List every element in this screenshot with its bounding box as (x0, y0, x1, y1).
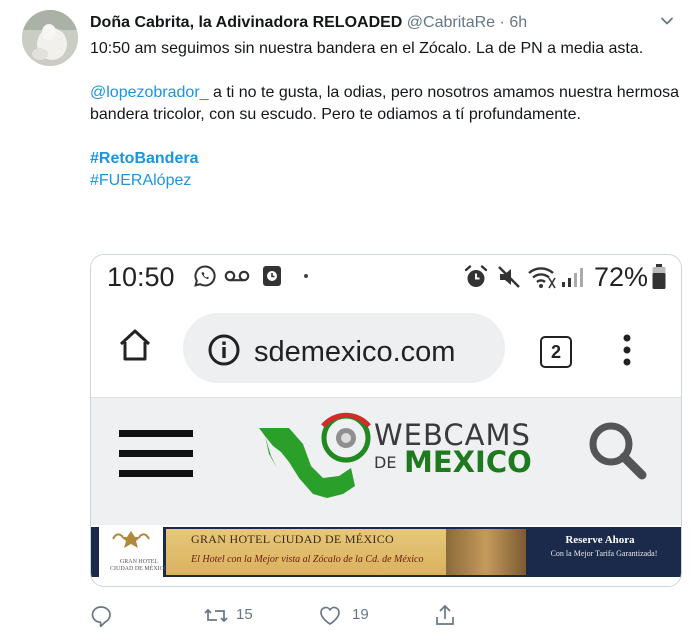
tweet: Doña Cabrita, la Adivinadora RELOADED @C… (0, 0, 700, 643)
notification-dot-icon (304, 274, 308, 278)
hotel-logo: GRAN HOTEL CIUDAD DE MÉXICO (99, 527, 168, 577)
avatar[interactable] (22, 10, 78, 66)
mention-link[interactable]: @lopezobrador_ (90, 84, 209, 101)
hotel-logo-text: GRAN HOTEL CIUDAD DE MÉXICO (110, 559, 168, 572)
ad-building-image (446, 529, 526, 575)
hamburger-icon[interactable] (119, 426, 193, 482)
tweet-actions: 15 19 (90, 600, 490, 630)
author-name[interactable]: Doña Cabrita, la Adivinadora RELOADED (90, 14, 402, 31)
magnifier-icon[interactable] (587, 420, 647, 480)
more-vert-icon[interactable] (621, 332, 633, 368)
alarm-icon (464, 265, 488, 287)
reply-icon[interactable] (90, 600, 112, 630)
hashtag-link[interactable]: #FUERAlópez (90, 172, 191, 189)
battery-percent: 72% (594, 262, 649, 292)
crest-icon (112, 531, 150, 548)
url-text[interactable]: sdemexico.com (254, 335, 455, 369)
retweet-count: 15 (236, 606, 253, 623)
webcams-logo[interactable] (251, 406, 376, 516)
caret-down-icon[interactable] (660, 14, 674, 28)
tab-count-button[interactable]: 2 (540, 336, 572, 368)
alarm-icon (263, 266, 281, 286)
hotel-ad-banner[interactable]: GRAN HOTEL CIUDAD DE MÉXICO GRAN HOTEL C… (91, 527, 681, 577)
info-icon[interactable] (207, 333, 241, 367)
voicemail-icon (224, 270, 250, 282)
brand-de: DE (374, 453, 397, 472)
status-clock: 10:50 (107, 262, 175, 292)
timestamp[interactable]: 6h (509, 14, 527, 31)
ad-cta-sub: Con la Mejor Tarifa Garantizada! (550, 549, 658, 558)
ad-cta[interactable]: Reserve Ahora (550, 533, 650, 547)
ad-title: GRAN HOTEL CIUDAD DE MÉXICO (191, 532, 394, 546)
tweet-media-image[interactable]: 10:50 72% sdemexico.com 2 WEBCAMS DE MEX… (90, 254, 682, 587)
ad-subtitle: El Hotel con la Mejor vista al Zócalo de… (191, 554, 424, 565)
tweet-text: 10:50 am seguimos sin nuestra bandera en… (90, 38, 690, 192)
battery-icon (652, 264, 666, 289)
phone-status-bar: 10:50 72% (91, 255, 681, 297)
hashtag-link[interactable]: #RetoBandera (90, 150, 198, 167)
brand-mexico: MEXICO (404, 445, 532, 479)
header-separator: · (499, 14, 505, 31)
home-icon[interactable] (117, 327, 153, 363)
like-count: 19 (352, 606, 369, 623)
share-icon[interactable] (434, 600, 456, 630)
wifi-icon (528, 267, 556, 289)
heart-icon[interactable] (318, 600, 342, 630)
mute-icon (498, 266, 520, 288)
tweet-text-line: 10:50 am seguimos sin nuestra bandera en… (90, 40, 644, 57)
whatsapp-icon (194, 265, 216, 287)
retweet-icon[interactable] (204, 600, 228, 630)
signal-icon (562, 268, 583, 287)
author-handle[interactable]: @CabritaRe (407, 14, 495, 31)
tweet-text-paragraph: @lopezobrador_ a ti no te gusta, la odia… (90, 82, 690, 126)
tweet-header: Doña Cabrita, la Adivinadora RELOADED @C… (90, 13, 527, 33)
